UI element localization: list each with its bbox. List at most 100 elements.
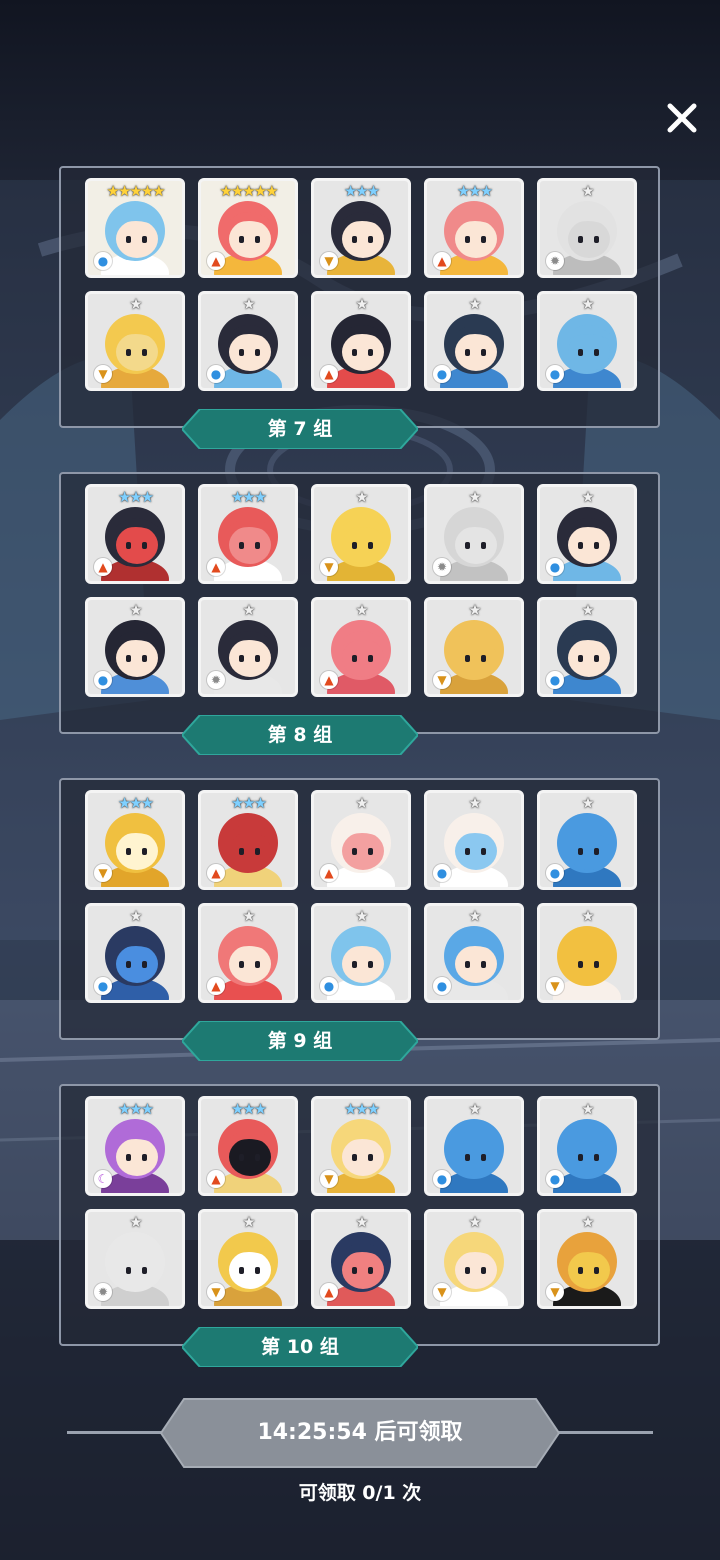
hero-card[interactable]: ★ ●: [537, 291, 637, 391]
rarity-stars: ★: [355, 295, 368, 313]
hero-grid: ★★★ ▼ ★★★ ▲ ★ ▲ ★ ● ★ ● ★ ● ★ ▲ ★ ● ★ ● ★ ▼: [85, 790, 637, 1003]
hero-card[interactable]: ★ ▲: [198, 903, 298, 1003]
water-element-icon: ●: [546, 558, 564, 576]
hero-card[interactable]: ★★★ ▲: [198, 790, 298, 890]
light-element-icon: ✹: [94, 1283, 112, 1301]
rarity-stars: ★: [129, 601, 142, 619]
rarity-stars: ★★★: [117, 794, 154, 812]
rarity-stars: ★: [581, 1100, 594, 1118]
hero-card[interactable]: ★★★ ☾: [85, 1096, 185, 1196]
group-label-text: 第 7 组: [267, 418, 333, 440]
earth-element-icon: ▼: [320, 1170, 338, 1188]
hero-card[interactable]: ★ ▲: [311, 1209, 411, 1309]
water-element-icon: ●: [94, 671, 112, 689]
hero-card[interactable]: ★ ●: [311, 903, 411, 1003]
hero-card[interactable]: ★ ▲: [311, 790, 411, 890]
group-label-text: 第 8 组: [267, 724, 333, 746]
hero-card[interactable]: ★ ✹: [198, 597, 298, 697]
timer-label: 14:25:54 后可领取: [257, 1420, 463, 1445]
hero-card[interactable]: ★ ▼: [85, 291, 185, 391]
rarity-stars: ★★★★★: [106, 182, 165, 200]
hero-card[interactable]: ★ ✹: [424, 484, 524, 584]
hero-card[interactable]: ★ ▼: [537, 903, 637, 1003]
fire-element-icon: ▲: [94, 558, 112, 576]
hero-card[interactable]: ★★★★★ ▲: [198, 178, 298, 278]
hero-card[interactable]: ★★★ ▼: [311, 1096, 411, 1196]
rarity-stars: ★: [129, 1213, 142, 1231]
group-10-label: 第 10 组: [182, 1327, 418, 1367]
fire-element-icon: ▲: [320, 365, 338, 383]
water-element-icon: ●: [546, 671, 564, 689]
fire-element-icon: ▲: [207, 977, 225, 995]
earth-element-icon: ▼: [320, 558, 338, 576]
hero-card[interactable]: ★ ▲: [311, 291, 411, 391]
claim-timer-button[interactable]: 14:25:54 后可领取: [160, 1398, 560, 1468]
hero-grid: ★★★ ▲ ★★★ ▲ ★ ▼ ★ ✹ ★ ● ★ ● ★ ✹ ★ ▲ ★ ▼ ★ ●: [85, 484, 637, 697]
water-element-icon: ●: [546, 1170, 564, 1188]
hero-card[interactable]: ★ ●: [537, 597, 637, 697]
hero-card[interactable]: ★ ●: [537, 790, 637, 890]
hero-card[interactable]: ★★★ ▼: [85, 790, 185, 890]
fire-element-icon: ▲: [207, 1170, 225, 1188]
hero-card[interactable]: ★ ▼: [311, 484, 411, 584]
hero-card[interactable]: ★★★★★ ●: [85, 178, 185, 278]
hero-card[interactable]: ★ ●: [424, 790, 524, 890]
hero-card[interactable]: ★ ●: [85, 597, 185, 697]
hero-card[interactable]: ★★★ ▲: [198, 1096, 298, 1196]
hero-card[interactable]: ★ ●: [424, 1096, 524, 1196]
earth-element-icon: ▼: [207, 1283, 225, 1301]
rarity-stars: ★: [129, 295, 142, 313]
hero-card[interactable]: ★ ▲: [311, 597, 411, 697]
rarity-stars: ★★★★★: [219, 182, 278, 200]
hero-card[interactable]: ★★★ ▲: [198, 484, 298, 584]
hero-card[interactable]: ★★★ ▲: [424, 178, 524, 278]
hero-card[interactable]: ★ ✹: [85, 1209, 185, 1309]
group-label-text: 第 9 组: [267, 1030, 333, 1052]
hero-group-9: ★★★ ▼ ★★★ ▲ ★ ▲ ★ ● ★ ● ★ ● ★ ▲ ★ ● ★ ● ★ ▼: [59, 778, 660, 1040]
fire-element-icon: ▲: [320, 1283, 338, 1301]
rarity-stars: ★: [468, 907, 481, 925]
water-element-icon: ●: [546, 365, 564, 383]
rarity-stars: ★: [242, 295, 255, 313]
water-element-icon: ●: [433, 864, 451, 882]
hero-card[interactable]: ★ ●: [537, 1096, 637, 1196]
rarity-stars: ★: [581, 295, 594, 313]
rarity-stars: ★: [581, 488, 594, 506]
hero-card[interactable]: ★ ●: [85, 903, 185, 1003]
hero-card[interactable]: ★ ▼: [424, 1209, 524, 1309]
rarity-stars: ★★★: [230, 794, 267, 812]
rarity-stars: ★: [242, 601, 255, 619]
hero-card[interactable]: ★ ●: [198, 291, 298, 391]
earth-element-icon: ▼: [320, 252, 338, 270]
fire-element-icon: ▲: [207, 864, 225, 882]
hero-card[interactable]: ★★★ ▼: [311, 178, 411, 278]
water-element-icon: ●: [320, 977, 338, 995]
fire-element-icon: ▲: [207, 558, 225, 576]
hero-group-10: ★★★ ☾ ★★★ ▲ ★★★ ▼ ★ ● ★ ● ★ ✹ ★ ▼ ★ ▲ ★ ▼ ★ ▼: [59, 1084, 660, 1346]
hero-card[interactable]: ★ ▼: [198, 1209, 298, 1309]
rarity-stars: ★: [581, 1213, 594, 1231]
hero-card[interactable]: ★ ●: [424, 903, 524, 1003]
divider-left: [67, 1431, 167, 1434]
hero-card[interactable]: ★★★ ▲: [85, 484, 185, 584]
earth-element-icon: ▼: [546, 977, 564, 995]
close-icon: [667, 103, 697, 133]
hero-card[interactable]: ★ ●: [537, 484, 637, 584]
hero-card[interactable]: ★ ▼: [424, 597, 524, 697]
hero-card[interactable]: ★ ▼: [537, 1209, 637, 1309]
claim-count-text: 可领取 0/1 次: [298, 1482, 422, 1504]
hero-card[interactable]: ★ ✹: [537, 178, 637, 278]
dark-element-icon: ☾: [94, 1170, 112, 1188]
rarity-stars: ★: [355, 488, 368, 506]
group-label-text: 第 10 组: [261, 1336, 339, 1358]
rarity-stars: ★: [468, 1100, 481, 1118]
rarity-stars: ★: [242, 1213, 255, 1231]
hero-group-8: ★★★ ▲ ★★★ ▲ ★ ▼ ★ ✹ ★ ● ★ ● ★ ✹ ★ ▲ ★ ▼ ★ ●: [59, 472, 660, 734]
hero-card[interactable]: ★ ●: [424, 291, 524, 391]
close-button[interactable]: [662, 98, 702, 138]
hero-group-7: ★★★★★ ● ★★★★★ ▲ ★★★ ▼ ★★★ ▲ ★ ✹ ★ ▼ ★ ● ★ ▲ ★ ● ★ ●: [59, 166, 660, 428]
hero-grid: ★★★ ☾ ★★★ ▲ ★★★ ▼ ★ ● ★ ● ★ ✹ ★ ▼ ★ ▲ ★ ▼ ★ ▼: [85, 1096, 637, 1309]
water-element-icon: ●: [433, 977, 451, 995]
divider-right: [553, 1431, 653, 1434]
light-element-icon: ✹: [546, 252, 564, 270]
